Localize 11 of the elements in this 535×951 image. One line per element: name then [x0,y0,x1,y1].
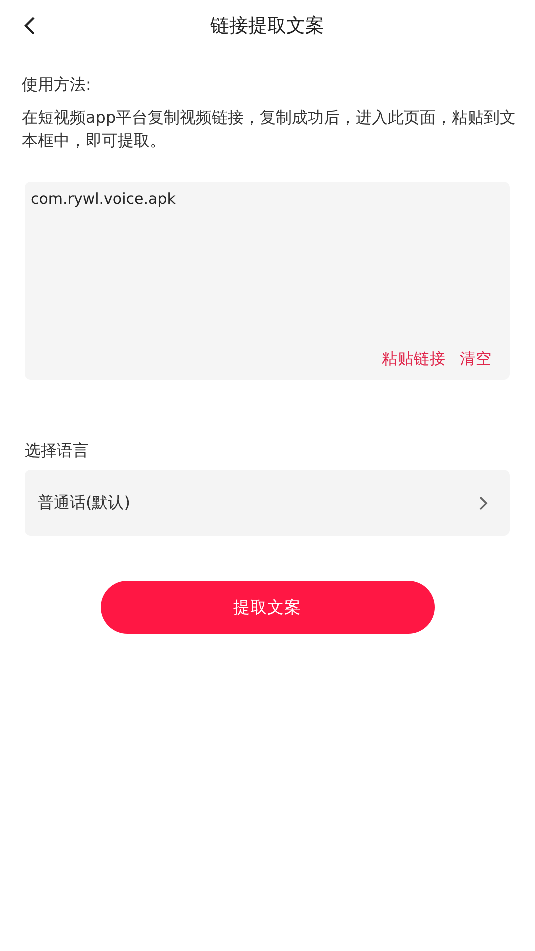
link-input-field[interactable]: com.rywl.voice.apk 粘贴链接 清空 [25,182,510,380]
back-icon[interactable] [24,16,36,36]
usage-instructions: 在短视频app平台复制视频链接，复制成功后，进入此页面，粘贴到文本框中，即可提取。 [22,107,518,152]
action-link[interactable]: 清空 [460,348,492,370]
language-selector[interactable]: 普通话(默认) [25,470,510,536]
usage-heading: 使用方法: [22,74,92,96]
language-label: 选择语言 [25,440,90,462]
chevron-right-icon [479,496,488,510]
action-link[interactable]: 粘贴链接 [382,348,446,370]
extract-button[interactable]: 提取文案 [100,581,434,634]
page-title: 链接提取文案 [210,14,324,39]
